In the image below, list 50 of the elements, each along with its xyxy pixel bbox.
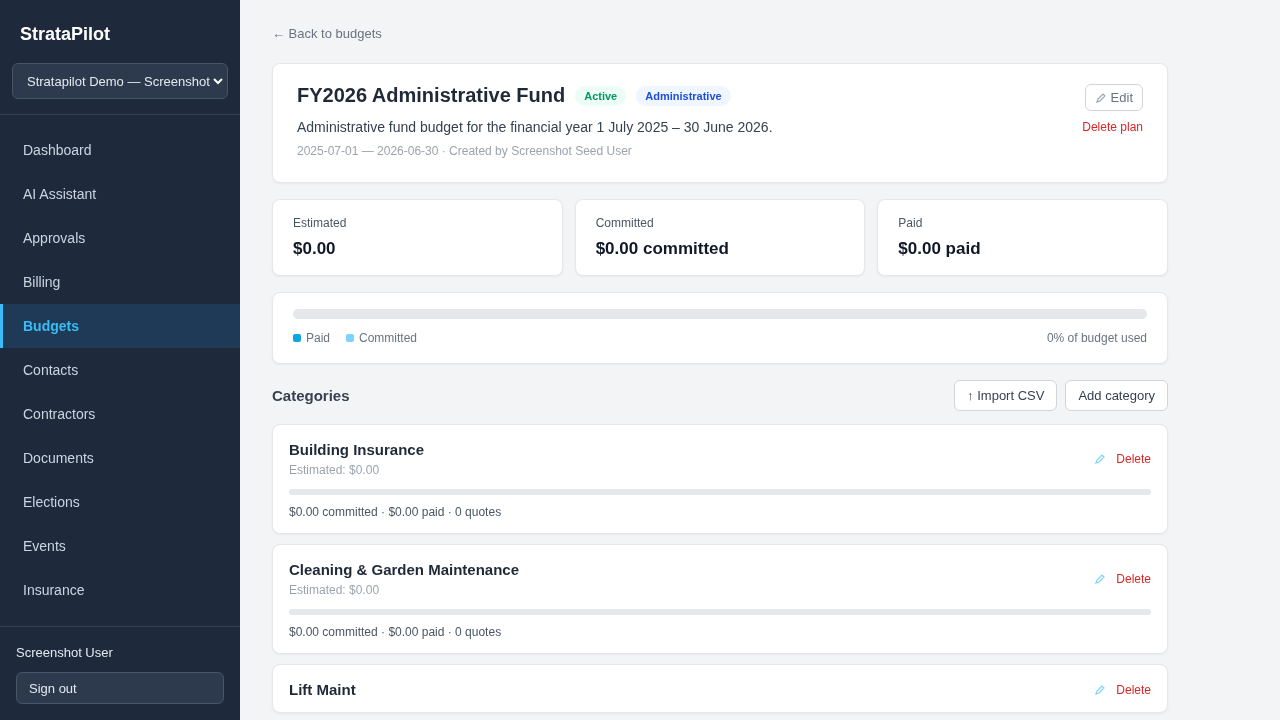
category-estimate: Estimated: $0.00 — [289, 583, 381, 597]
badge: Administrative — [636, 85, 731, 106]
sign-out-button[interactable]: Sign out — [16, 672, 224, 704]
sidebar-item[interactable]: Budgets — [0, 304, 240, 348]
delete-link[interactable]: Delete — [1116, 452, 1151, 466]
category-estimate: Estimated: $0.00 — [289, 463, 381, 477]
plan-meta: 2025-07-01 — 2026-06-30 · Created by Screenshot Seed User — [297, 144, 633, 158]
category-name: Cleaning & Garden Maintenance — [289, 561, 520, 578]
legend-label: Paid — [306, 331, 331, 345]
delete-link[interactable]: Delete — [1116, 682, 1151, 697]
organization-select[interactable]: Stratapilot Demo — Screenshot — [12, 63, 228, 99]
stat-value: $0.00 committed — [595, 239, 730, 259]
plan-title: FY2026 Administrative Fund — [297, 84, 566, 107]
sidebar-item[interactable]: Documents — [0, 436, 240, 480]
stat-value: $0.00 paid — [898, 239, 982, 259]
sidebar-item[interactable]: AI Assistant — [0, 172, 240, 216]
stat-value: $0.00 — [293, 239, 337, 259]
brand-name: StrataPilot — [19, 23, 112, 46]
back-link[interactable]: ← Back to budgets — [272, 26, 382, 41]
pencil-icon[interactable] — [1094, 573, 1107, 585]
import-csv-button[interactable]: ↑ Import CSV — [954, 380, 1058, 411]
category-name: Lift Maint — [289, 681, 356, 698]
stat-label: Estimated — [293, 216, 348, 230]
pencil-icon — [1094, 91, 1107, 104]
sidebar-item[interactable]: Dashboard — [0, 128, 240, 172]
stat-label: Paid — [898, 216, 924, 230]
category-summary: $0.00 committed · $0.00 paid · 0 quotes — [289, 625, 503, 639]
user-name: Screenshot User — [16, 645, 114, 660]
stat-label: Committed — [595, 216, 655, 230]
delete-link[interactable]: Delete — [1116, 572, 1151, 586]
sidebar-item[interactable]: Approvals — [0, 216, 240, 260]
sidebar-item[interactable]: Elections — [0, 480, 240, 524]
section-heading: Categories — [272, 387, 350, 404]
plan-description: Administrative fund budget for the financial year 1 July 2025 – 30 June 2026. — [297, 119, 773, 135]
sidebar-item[interactable]: Insurance — [0, 568, 240, 612]
category-name: Building Insurance — [289, 441, 424, 458]
chevron-down-icon — [213, 77, 223, 85]
sidebar-item[interactable]: Contractors — [0, 392, 240, 436]
pencil-icon[interactable] — [1094, 683, 1107, 696]
sidebar-item[interactable]: Contacts — [0, 348, 240, 392]
sidebar-item[interactable]: Events — [0, 524, 240, 568]
legend-label: Committed — [359, 331, 418, 345]
budget-used-text: 0% of budget used — [1046, 331, 1147, 345]
delete-plan-link[interactable]: Delete plan — [1082, 120, 1143, 134]
badge: Active — [575, 85, 627, 106]
category-summary: $0.00 committed · $0.00 paid · 0 quotes — [289, 505, 503, 519]
edit-button[interactable]: Edit — [1084, 84, 1143, 111]
add-category-button[interactable]: Add category — [1065, 380, 1168, 411]
sidebar-item[interactable]: Billing — [0, 260, 240, 304]
pencil-icon[interactable] — [1094, 453, 1107, 465]
